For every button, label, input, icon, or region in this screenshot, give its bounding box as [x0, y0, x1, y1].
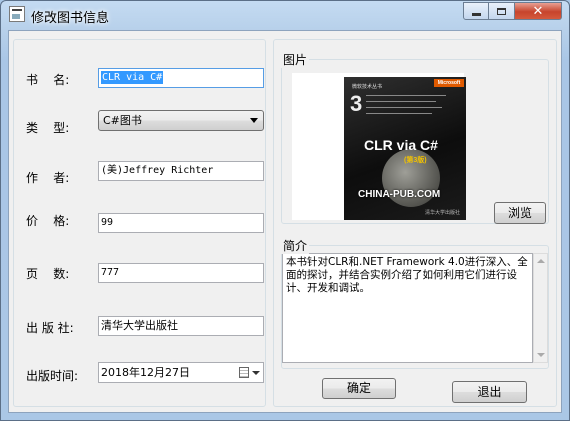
- app-icon: [9, 6, 25, 22]
- dialog-window: 修改图书信息 ✕ 书 名: CLR via C# 类 型: C#图书 作 者: …: [0, 0, 570, 421]
- minimize-button[interactable]: [463, 2, 489, 20]
- minimize-icon: [471, 12, 481, 16]
- cover-title: CLR via C#: [364, 137, 438, 153]
- maximize-icon: [497, 7, 506, 15]
- browse-button[interactable]: 浏览: [494, 202, 546, 224]
- book-name-input[interactable]: CLR via C#: [98, 68, 264, 88]
- book-name-value: CLR via C#: [101, 71, 164, 84]
- chevron-down-icon: [250, 118, 258, 123]
- publisher-input[interactable]: 清华大学出版社: [98, 316, 264, 336]
- close-icon: ✕: [532, 3, 544, 19]
- pages-input[interactable]: 777: [98, 263, 264, 283]
- pages-label: 页 数:: [26, 267, 70, 281]
- cover-image-box: 微软技术丛书 Microsoft 3 CLR via C# (第3版) CHIN…: [292, 73, 466, 220]
- cover-divider: [366, 113, 432, 114]
- maximize-button[interactable]: [489, 2, 515, 20]
- title-bar[interactable]: 修改图书信息 ✕: [1, 1, 569, 29]
- calendar-icon[interactable]: [239, 367, 249, 378]
- cover-divider: [366, 107, 442, 108]
- cover-intro-panel: 微软技术丛书 Microsoft 3 CLR via C# (第3版) CHIN…: [273, 39, 557, 407]
- client-area: 书 名: CLR via C# 类 型: C#图书 作 者: (美)Jeffre…: [8, 30, 562, 413]
- exit-button[interactable]: 退出: [452, 381, 527, 403]
- intro-group-title: 简介: [281, 237, 310, 254]
- intro-scrollbar[interactable]: [533, 253, 548, 363]
- author-input[interactable]: (美)Jeffrey Richter: [98, 161, 264, 181]
- cover-edition-number: 3: [350, 91, 363, 116]
- publisher-label: 出 版 社:: [26, 321, 74, 335]
- cover-edition: (第3版): [404, 157, 427, 164]
- intro-group: 本书针对CLR和.NET Framework 4.0进行深入、全面的探讨，并结合…: [281, 245, 549, 369]
- publish-date-picker[interactable]: 2018年12月27日: [98, 362, 264, 383]
- author-label: 作 者:: [26, 171, 70, 185]
- book-info-panel: 书 名: CLR via C# 类 型: C#图书 作 者: (美)Jeffre…: [13, 39, 266, 407]
- scroll-up-icon[interactable]: [537, 259, 545, 263]
- category-value: C#图书: [103, 114, 142, 127]
- category-label: 类 型:: [26, 121, 70, 135]
- book-name-label: 书 名:: [26, 73, 70, 87]
- publish-date-value: 2018年12月27日: [101, 366, 190, 379]
- price-input[interactable]: 99: [98, 213, 264, 233]
- cover-divider: [366, 101, 436, 102]
- cover-press: 清华大学出版社: [424, 210, 460, 216]
- scroll-down-icon[interactable]: [537, 353, 545, 357]
- cover-series-text: 微软技术丛书: [352, 84, 383, 90]
- cover-watermark: CHINA-PUB.COM: [358, 189, 441, 200]
- book-cover-image: 微软技术丛书 Microsoft 3 CLR via C# (第3版) CHIN…: [344, 77, 466, 220]
- ok-button[interactable]: 确定: [322, 378, 396, 399]
- price-label: 价 格:: [26, 214, 70, 228]
- cover-divider: [366, 95, 446, 96]
- intro-textarea[interactable]: 本书针对CLR和.NET Framework 4.0进行深入、全面的探讨，并结合…: [282, 253, 533, 363]
- close-button[interactable]: ✕: [515, 2, 562, 20]
- chevron-down-icon[interactable]: [252, 371, 260, 375]
- window-title: 修改图书信息: [31, 11, 110, 26]
- picture-group: 微软技术丛书 Microsoft 3 CLR via C# (第3版) CHIN…: [281, 59, 549, 224]
- category-select[interactable]: C#图书: [98, 110, 264, 131]
- picture-group-title: 图片: [281, 51, 310, 68]
- cover-publisher-logo: Microsoft: [434, 79, 464, 87]
- publish-date-label: 出版时间:: [26, 369, 79, 383]
